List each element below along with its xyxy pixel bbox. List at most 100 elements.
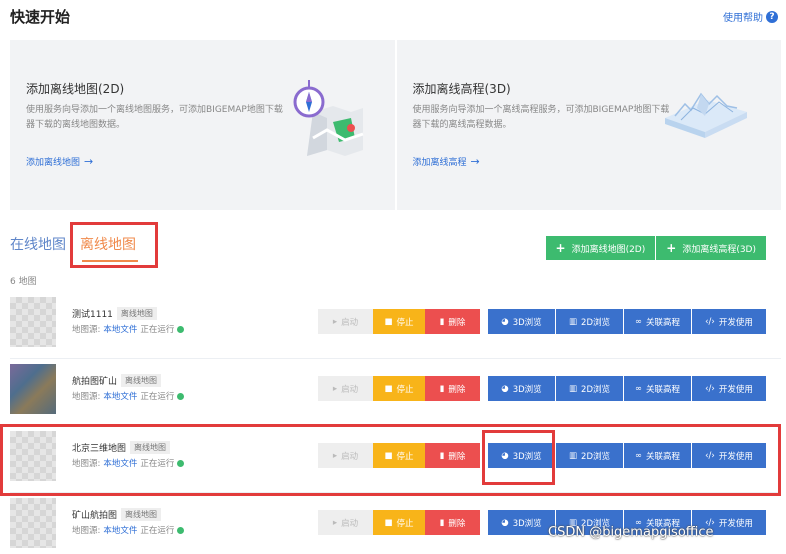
- map-count: 6 地图: [10, 277, 37, 287]
- button-label: 添加离线地图(2D): [571, 244, 646, 255]
- source-label: 地图源:: [72, 526, 101, 536]
- card-add-offline-map: 添加离线地图(2D) 使用服务向导添加一个离线地图服务，可添加BIGEMAP地图…: [10, 40, 395, 210]
- map-name-line: 测试1111 离线地图: [72, 307, 157, 320]
- source-value: 本地文件: [103, 526, 138, 536]
- start-button[interactable]: ▸ 启动: [318, 309, 373, 334]
- button-label: 3D浏览: [512, 518, 542, 529]
- dev-use-button[interactable]: ‹/› 开发使用: [692, 376, 766, 401]
- link-label: 添加离线地图: [26, 158, 81, 168]
- help-link[interactable]: 使用帮助 ?: [723, 9, 778, 24]
- view-2d-button[interactable]: ▥ 2D浏览: [556, 376, 623, 401]
- map-source-line: 地图源: 本地文件 正在运行: [72, 390, 185, 402]
- globe-icon: ◕: [501, 316, 509, 327]
- view-3d-button[interactable]: ◕ 3D浏览: [488, 510, 555, 535]
- map-name: 测试1111: [72, 310, 113, 320]
- link-icon: ∞: [634, 383, 643, 394]
- status-text: 正在运行: [140, 526, 175, 536]
- button-label: 3D浏览: [512, 384, 542, 395]
- button-highlight-box: [482, 430, 555, 485]
- button-label: 2D浏览: [581, 384, 610, 395]
- map-list: 测试1111 离线地图 地图源: 本地文件 正在运行 ▸ 启动 ■ 停止 ▮ 删除 ◕…: [10, 292, 781, 554]
- play-icon: ▸: [332, 316, 338, 327]
- button-label: 关联高程: [646, 317, 681, 328]
- button-label: 开发使用: [718, 317, 753, 328]
- source-label: 地图源:: [72, 392, 101, 402]
- button-label: 停止: [396, 317, 414, 328]
- blue-actions: ◕ 3D浏览 ▥ 2D浏览 ∞ 关联高程 ‹/› 开发使用: [488, 376, 766, 401]
- map-row: 测试1111 离线地图 地图源: 本地文件 正在运行 ▸ 启动 ■ 停止 ▮ 删除 ◕…: [10, 292, 781, 359]
- map-icon: ▥: [569, 316, 578, 327]
- button-label: 开发使用: [718, 518, 753, 529]
- stop-button[interactable]: ■ 停止: [373, 376, 425, 401]
- card-add-offline-elevation: 添加离线高程(3D) 使用服务向导添加一个离线高程服务，可添加BIGEMAP地图…: [396, 40, 781, 210]
- delete-button[interactable]: ▮ 删除: [425, 510, 480, 535]
- button-label: 2D浏览: [581, 317, 610, 328]
- map-row: 矿山航拍图 离线地图 地图源: 本地文件 正在运行 ▸ 启动 ■ 停止 ▮ 删除 ◕ 3…: [10, 493, 781, 554]
- code-icon: ‹/›: [705, 316, 715, 327]
- source-label: 地图源:: [72, 325, 101, 335]
- button-label: 删除: [448, 317, 466, 328]
- code-icon: ‹/›: [705, 383, 715, 394]
- plus-icon: +: [555, 241, 566, 255]
- view-3d-button[interactable]: ◕ 3D浏览: [488, 376, 555, 401]
- button-label: 开发使用: [718, 384, 753, 395]
- start-button[interactable]: ▸ 启动: [318, 510, 373, 535]
- trash-icon: ▮: [439, 316, 445, 327]
- dev-use-button[interactable]: ‹/› 开发使用: [692, 309, 766, 334]
- map-name: 航拍图矿山: [72, 377, 118, 387]
- stop-icon: ■: [384, 517, 393, 528]
- quickstart-cards: 添加离线地图(2D) 使用服务向导添加一个离线地图服务，可添加BIGEMAP地图…: [10, 40, 781, 210]
- view-3d-button[interactable]: ◕ 3D浏览: [488, 309, 555, 334]
- play-icon: ▸: [332, 517, 338, 528]
- status-dot-icon: [177, 325, 185, 333]
- view-2d-button[interactable]: ▥ 2D浏览: [556, 309, 623, 334]
- map-thumbnail: [10, 297, 56, 347]
- stop-button[interactable]: ■ 停止: [373, 510, 425, 535]
- stop-button[interactable]: ■ 停止: [373, 309, 425, 334]
- add-offline-elevation-link[interactable]: 添加离线高程 →: [413, 155, 480, 168]
- link-elevation-button[interactable]: ∞ 关联高程: [624, 376, 691, 401]
- link-elevation-button[interactable]: ∞ 关联高程: [624, 309, 691, 334]
- play-icon: ▸: [332, 383, 338, 394]
- map-source-line: 地图源: 本地文件 正在运行: [72, 524, 185, 536]
- button-label: 删除: [448, 384, 466, 395]
- map-tabs: 在线地图 离线地图: [10, 222, 158, 268]
- help-label: 使用帮助: [723, 13, 763, 24]
- trash-icon: ▮: [439, 517, 445, 528]
- delete-button[interactable]: ▮ 删除: [425, 376, 480, 401]
- blue-actions: ◕ 3D浏览 ▥ 2D浏览 ∞ 关联高程 ‹/› 开发使用: [488, 309, 766, 334]
- delete-button[interactable]: ▮ 删除: [425, 309, 480, 334]
- terrain-3d-illustration-icon: [661, 78, 751, 146]
- button-label: 停止: [396, 518, 414, 529]
- button-label: 启动: [341, 384, 359, 395]
- tab-online-map[interactable]: 在线地图: [10, 234, 66, 254]
- row-highlight-box: [0, 424, 781, 496]
- button-label: 添加离线高程(3D): [682, 244, 756, 255]
- source-value: 本地文件: [103, 325, 138, 335]
- add-offline-map-button[interactable]: + 添加离线地图(2D): [545, 236, 656, 260]
- map-row: 航拍图矿山 离线地图 地图源: 本地文件 正在运行 ▸ 启动 ■ 停止 ▮ 删除 ◕ 3…: [10, 359, 781, 426]
- help-icon: ?: [766, 10, 778, 23]
- start-button[interactable]: ▸ 启动: [318, 376, 373, 401]
- map-type-badge: 离线地图: [121, 374, 162, 387]
- add-offline-elevation-button[interactable]: + 添加离线高程(3D): [656, 236, 766, 260]
- arrow-right-icon: →: [84, 155, 94, 168]
- map-compass-illustration-icon: [293, 78, 365, 162]
- status-dot-icon: [177, 526, 185, 534]
- tab-highlight-box: [70, 222, 158, 268]
- card-desc: 使用服务向导添加一个离线地图服务，可添加BIGEMAP地图下载器下载的离线地图数…: [26, 105, 283, 130]
- status-text: 正在运行: [140, 392, 175, 402]
- status-dot-icon: [177, 392, 185, 400]
- page-title: 快速开始: [10, 8, 71, 26]
- button-label: 3D浏览: [512, 317, 542, 328]
- button-label: 关联高程: [646, 384, 681, 395]
- add-offline-map-link[interactable]: 添加离线地图 →: [26, 155, 93, 168]
- link-icon: ∞: [634, 316, 643, 327]
- map-thumbnail: [10, 364, 56, 414]
- plus-icon: +: [666, 241, 677, 255]
- map-name-line: 航拍图矿山 离线地图: [72, 374, 162, 387]
- button-label: 启动: [341, 518, 359, 529]
- map-type-badge: 离线地图: [116, 307, 157, 320]
- map-name-line: 矿山航拍图 离线地图: [72, 508, 162, 521]
- map-type-badge: 离线地图: [121, 508, 162, 521]
